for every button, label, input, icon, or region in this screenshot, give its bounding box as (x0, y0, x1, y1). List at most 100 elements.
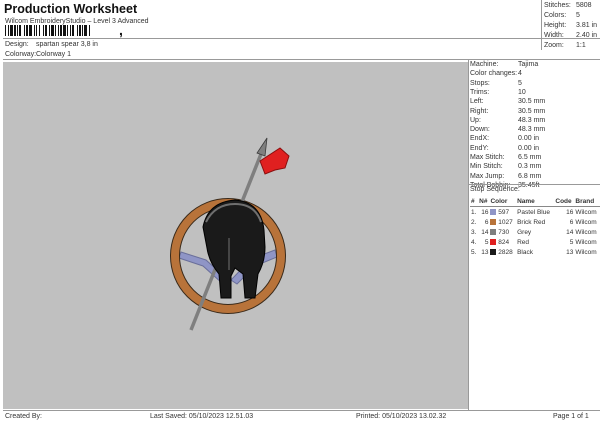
row-color: 1027 (489, 217, 516, 227)
barcode-bar (29, 25, 32, 36)
summary-divider (541, 0, 542, 50)
thread-code: 824 (498, 238, 510, 246)
summary-label-height: Height: (544, 22, 567, 29)
barcode-mark: , (119, 22, 123, 38)
row-n: 5 (484, 238, 489, 246)
footer-created-by: Created By: (5, 413, 42, 420)
summary-label-zoom: Zoom: (544, 42, 564, 49)
summary-label-stitches: Stitches: (544, 2, 571, 9)
stat-value-min-stitch: 0.3 mm (518, 163, 542, 171)
row-name: Black (517, 248, 533, 256)
design-label: Design: (5, 41, 29, 48)
barcode-bar (82, 25, 83, 36)
stat-label-machine: Machine: (470, 61, 499, 68)
panel-divider (468, 59, 469, 410)
footer-page: Page 1 of 1 (553, 413, 589, 420)
col-name: Name (516, 196, 555, 207)
colorway-value: Colorway 1 (36, 51, 72, 58)
header-divider (3, 38, 600, 39)
row-n: 14 (481, 228, 489, 236)
machine-stats: Machine: Tajima Color changes: 4 Stops: … (470, 61, 600, 197)
barcode-bar (24, 25, 25, 36)
footer-printed: Printed: 05/10/2023 13.02.32 (356, 413, 447, 420)
row-color: 730 (489, 227, 516, 237)
stat-label-trims: Trims: (470, 88, 490, 96)
stat-label-up: Up: (470, 116, 481, 124)
stat-value-total-bobbin: 35.45ft (518, 181, 540, 189)
worksheet-title: Production Worksheet (4, 2, 138, 16)
stat-value-endy: 0.00 in (518, 144, 540, 152)
stat-label-max-stitch: Max Stitch: (470, 154, 505, 161)
colorway-label: Colorway: (5, 51, 37, 58)
spartan-helmet (202, 199, 266, 299)
row-num: 1. (471, 208, 477, 216)
row-code: 16 (566, 208, 574, 216)
thread-code: 2828 (498, 248, 513, 256)
col-color: Color (489, 196, 517, 207)
row-name: Pastel Blue (517, 208, 550, 216)
barcode-bar (58, 25, 59, 36)
barcode-bar (43, 25, 44, 36)
stat-value-color-changes: 4 (518, 70, 522, 78)
thread-code: 730 (498, 228, 510, 236)
barcode (5, 25, 90, 36)
stat-label-endy: EndY: (470, 144, 489, 152)
row-brand: Wilcom (575, 228, 597, 236)
color-swatch (490, 248, 497, 255)
row-name: Brick Red (517, 218, 546, 226)
stop-sequence-divider (469, 184, 600, 185)
barcode-bar (55, 25, 56, 36)
row-name: Grey (517, 228, 532, 236)
stat-value-max-jump: 6.8 mm (518, 172, 542, 180)
barcode-bar (17, 25, 18, 36)
stat-value-down: 48.3 mm (518, 126, 546, 134)
barcode-bar (63, 25, 66, 36)
thread-code: 597 (498, 208, 510, 216)
footer-divider (3, 410, 600, 411)
barcode-bar (60, 25, 62, 36)
summary-value-height: 3.81 in (576, 22, 598, 29)
spear-tip (256, 137, 268, 157)
row-n: 16 (481, 208, 489, 216)
table-row: 3. 14 730 Grey 14 Wilcom (470, 227, 600, 237)
summary-label-colors: Colors: (544, 12, 567, 19)
summary-value-stitches: 5808 (576, 2, 592, 9)
design-value: spartan spear 3,8 in (36, 41, 98, 48)
row-num: 4. (471, 238, 477, 246)
barcode-bar (79, 25, 81, 36)
stat-label-endx: EndX: (470, 135, 490, 143)
embroidery-design (170, 137, 290, 331)
table-row: 1. 16 597 Pastel Blue 16 Wilcom (470, 207, 600, 218)
stat-label-color-changes: Color changes: (470, 70, 518, 78)
info-divider (3, 59, 600, 60)
stat-value-max-stitch: 6.5 mm (518, 154, 542, 161)
stop-sequence-table: # N# Color Name Code Brand 1. 16 597 Pas… (470, 196, 600, 257)
color-swatch (490, 218, 497, 225)
row-num: 2. (471, 218, 477, 226)
row-code: 13 (566, 248, 574, 256)
row-code: 5 (569, 238, 574, 246)
col-code: Code (554, 196, 575, 207)
col-brand: Brand (574, 196, 600, 207)
stat-label-stops: Stops: (470, 79, 490, 87)
stat-label-max-jump: Max Jump: (470, 172, 505, 180)
row-name: Red (517, 238, 530, 246)
stop-sequence-header: # N# Color Name Code Brand (470, 196, 600, 207)
stat-label-min-stitch: Min Stitch: (470, 163, 503, 171)
stat-value-up: 48.3 mm (518, 116, 546, 124)
stat-value-right: 30.5 mm (518, 107, 546, 115)
row-n: 6 (484, 218, 489, 226)
row-code: 6 (569, 218, 574, 226)
col-n: N# (478, 196, 490, 207)
row-brand: Wilcom (575, 248, 597, 256)
color-swatch (490, 238, 497, 245)
row-n: 13 (481, 248, 489, 256)
barcode-bar (67, 25, 68, 36)
barcode-bar (51, 25, 54, 36)
barcode-bar (49, 25, 50, 36)
table-row: 5. 13 2828 Black 13 Wilcom (470, 247, 600, 257)
row-color: 824 (489, 237, 516, 247)
stat-label-down: Down: (470, 126, 490, 134)
barcode-bar (84, 25, 87, 36)
barcode-bar (39, 25, 40, 36)
